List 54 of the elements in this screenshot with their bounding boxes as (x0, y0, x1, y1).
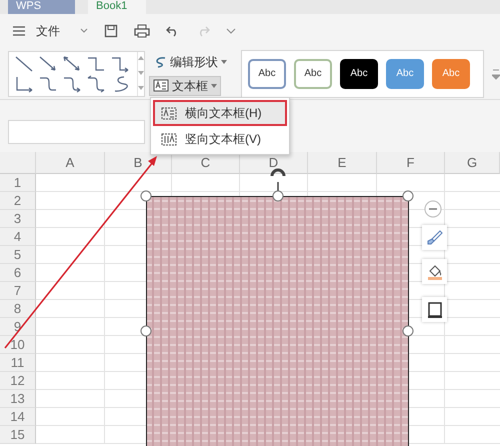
row-header[interactable]: 10 (0, 336, 36, 354)
tab[interactable]: Book1 (88, 0, 146, 14)
row-header[interactable]: 14 (0, 408, 36, 426)
style-swatch[interactable]: Abc (340, 58, 378, 88)
column-header[interactable]: B (105, 152, 172, 174)
column-header[interactable]: F (377, 152, 445, 174)
resize-handle[interactable] (402, 190, 414, 202)
row-header[interactable]: 2 (0, 192, 36, 210)
resize-handle[interactable] (140, 326, 152, 336)
style-swatch[interactable]: Abc (432, 58, 470, 88)
more-styles-icon[interactable] (492, 67, 500, 82)
caret-icon (211, 84, 217, 88)
resize-handle[interactable] (402, 326, 414, 336)
menu-icon[interactable] (12, 25, 26, 37)
style-swatch[interactable]: Abc (294, 58, 332, 88)
connector-icon[interactable] (85, 74, 107, 94)
print-icon[interactable] (134, 24, 150, 38)
column-header[interactable]: A (36, 152, 105, 174)
collapse-icon[interactable] (424, 200, 442, 218)
text-box-icon (153, 79, 169, 92)
horizontal-text-box-icon (161, 106, 177, 120)
resize-handle[interactable] (272, 190, 284, 202)
row-header[interactable]: 6 (0, 264, 36, 282)
menu-item[interactable]: 横向文本框(H) (153, 100, 287, 126)
tab[interactable]: WPS (8, 0, 75, 14)
column-header[interactable]: E (308, 152, 377, 174)
rotate-handle[interactable] (270, 168, 286, 191)
row-header[interactable]: 15 (0, 426, 36, 444)
row-header[interactable]: 7 (0, 282, 36, 300)
row-header[interactable]: 11 (0, 354, 36, 372)
column-header[interactable]: G (445, 152, 500, 174)
row-header[interactable]: 8 (0, 300, 36, 318)
chevron-down-icon[interactable] (80, 28, 88, 34)
file-menu[interactable]: 文件 (32, 21, 64, 41)
row-header[interactable]: 1 (0, 174, 36, 192)
fill-bucket-icon[interactable] (426, 262, 444, 280)
edit-shape-button[interactable]: 编辑形状 (149, 52, 231, 72)
connector-icon[interactable] (13, 54, 35, 74)
row-header[interactable]: 4 (0, 228, 36, 246)
border-icon[interactable] (426, 300, 444, 318)
menu-item[interactable]: 竖向文本框(V) (153, 126, 287, 152)
row-header[interactable]: 13 (0, 390, 36, 408)
resize-handle[interactable] (140, 190, 152, 202)
text-box-button[interactable]: 文本框 (149, 76, 221, 96)
vertical-text-box-icon (161, 132, 177, 146)
style-swatch[interactable]: Abc (248, 58, 286, 88)
style-swatch[interactable]: Abc (386, 58, 424, 88)
brush-icon[interactable] (426, 228, 444, 246)
caret-icon (221, 60, 227, 64)
row-header[interactable]: 3 (0, 210, 36, 228)
row-header[interactable]: 5 (0, 246, 36, 264)
chevron-down-icon[interactable] (226, 27, 236, 35)
row-header[interactable]: 12 (0, 372, 36, 390)
save-icon[interactable] (104, 24, 118, 38)
